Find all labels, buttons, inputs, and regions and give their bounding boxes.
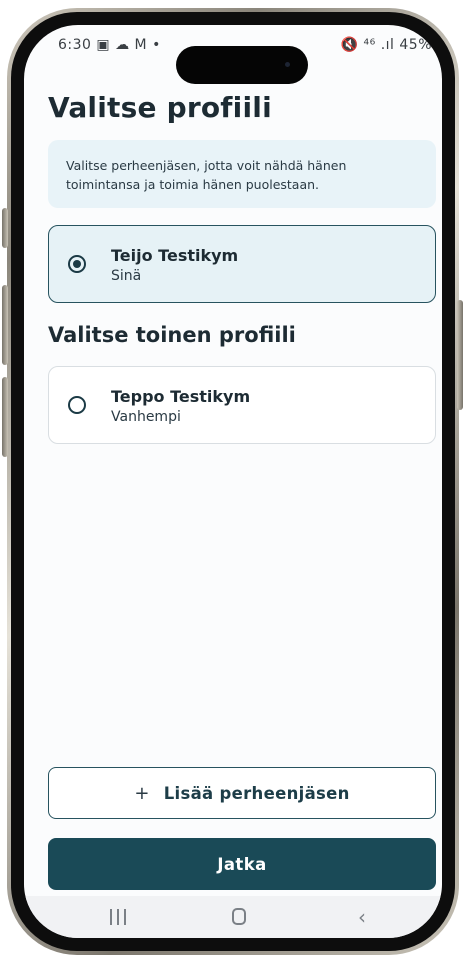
continue-label: Jatka [217,854,267,874]
system-nav-bar: ‹ [24,896,442,938]
home-icon[interactable] [232,908,246,925]
profile-role: Sinä [111,268,142,284]
profile-card-teijo[interactable]: Teijo Testikym Sinä [48,225,436,303]
recent-apps-icon[interactable] [110,909,128,925]
plus-icon: + [134,782,150,804]
profile-role: Vanhempi [111,409,181,425]
status-system-icons: 🔇 ⁴⁶ .ıl 45% [340,37,432,53]
phone-bezel: 6:30 ▣ ☁ M • 🔇 ⁴⁶ .ıl 45% Valitse profii… [11,12,455,951]
profile-name: Teijo Testikym [111,246,239,265]
continue-button[interactable]: Jatka [48,838,436,890]
radio-selected-icon[interactable] [68,255,86,273]
profile-card-teppo[interactable]: Teppo Testikym Vanhempi [48,366,436,444]
status-time: 6:30 ▣ ☁ M • [58,37,161,53]
radio-unselected-icon[interactable] [68,396,86,414]
camera-island [176,46,308,84]
volume-down-button [2,377,8,457]
notification-icons: ▣ ☁ M • [96,37,161,53]
volume-up-button [2,285,8,365]
phone-frame: 6:30 ▣ ☁ M • 🔇 ⁴⁶ .ıl 45% Valitse profii… [7,8,459,955]
profile-name: Teppo Testikym [111,387,251,406]
screen: 6:30 ▣ ☁ M • 🔇 ⁴⁶ .ıl 45% Valitse profii… [24,25,442,938]
section-title-other-profiles: Valitse toinen profiili [48,323,296,347]
add-family-member-label: Lisää perheenjäsen [163,783,350,803]
page-title: Valitse profiili [48,91,272,124]
back-icon[interactable]: ‹ [358,907,366,927]
info-banner: Valitse perheenjäsen, jotta voit nähdä h… [48,140,436,208]
camera-icon [285,62,290,67]
add-family-member-button[interactable]: + Lisää perheenjäsen [48,767,436,819]
action-button [2,208,8,248]
power-button [457,300,463,410]
